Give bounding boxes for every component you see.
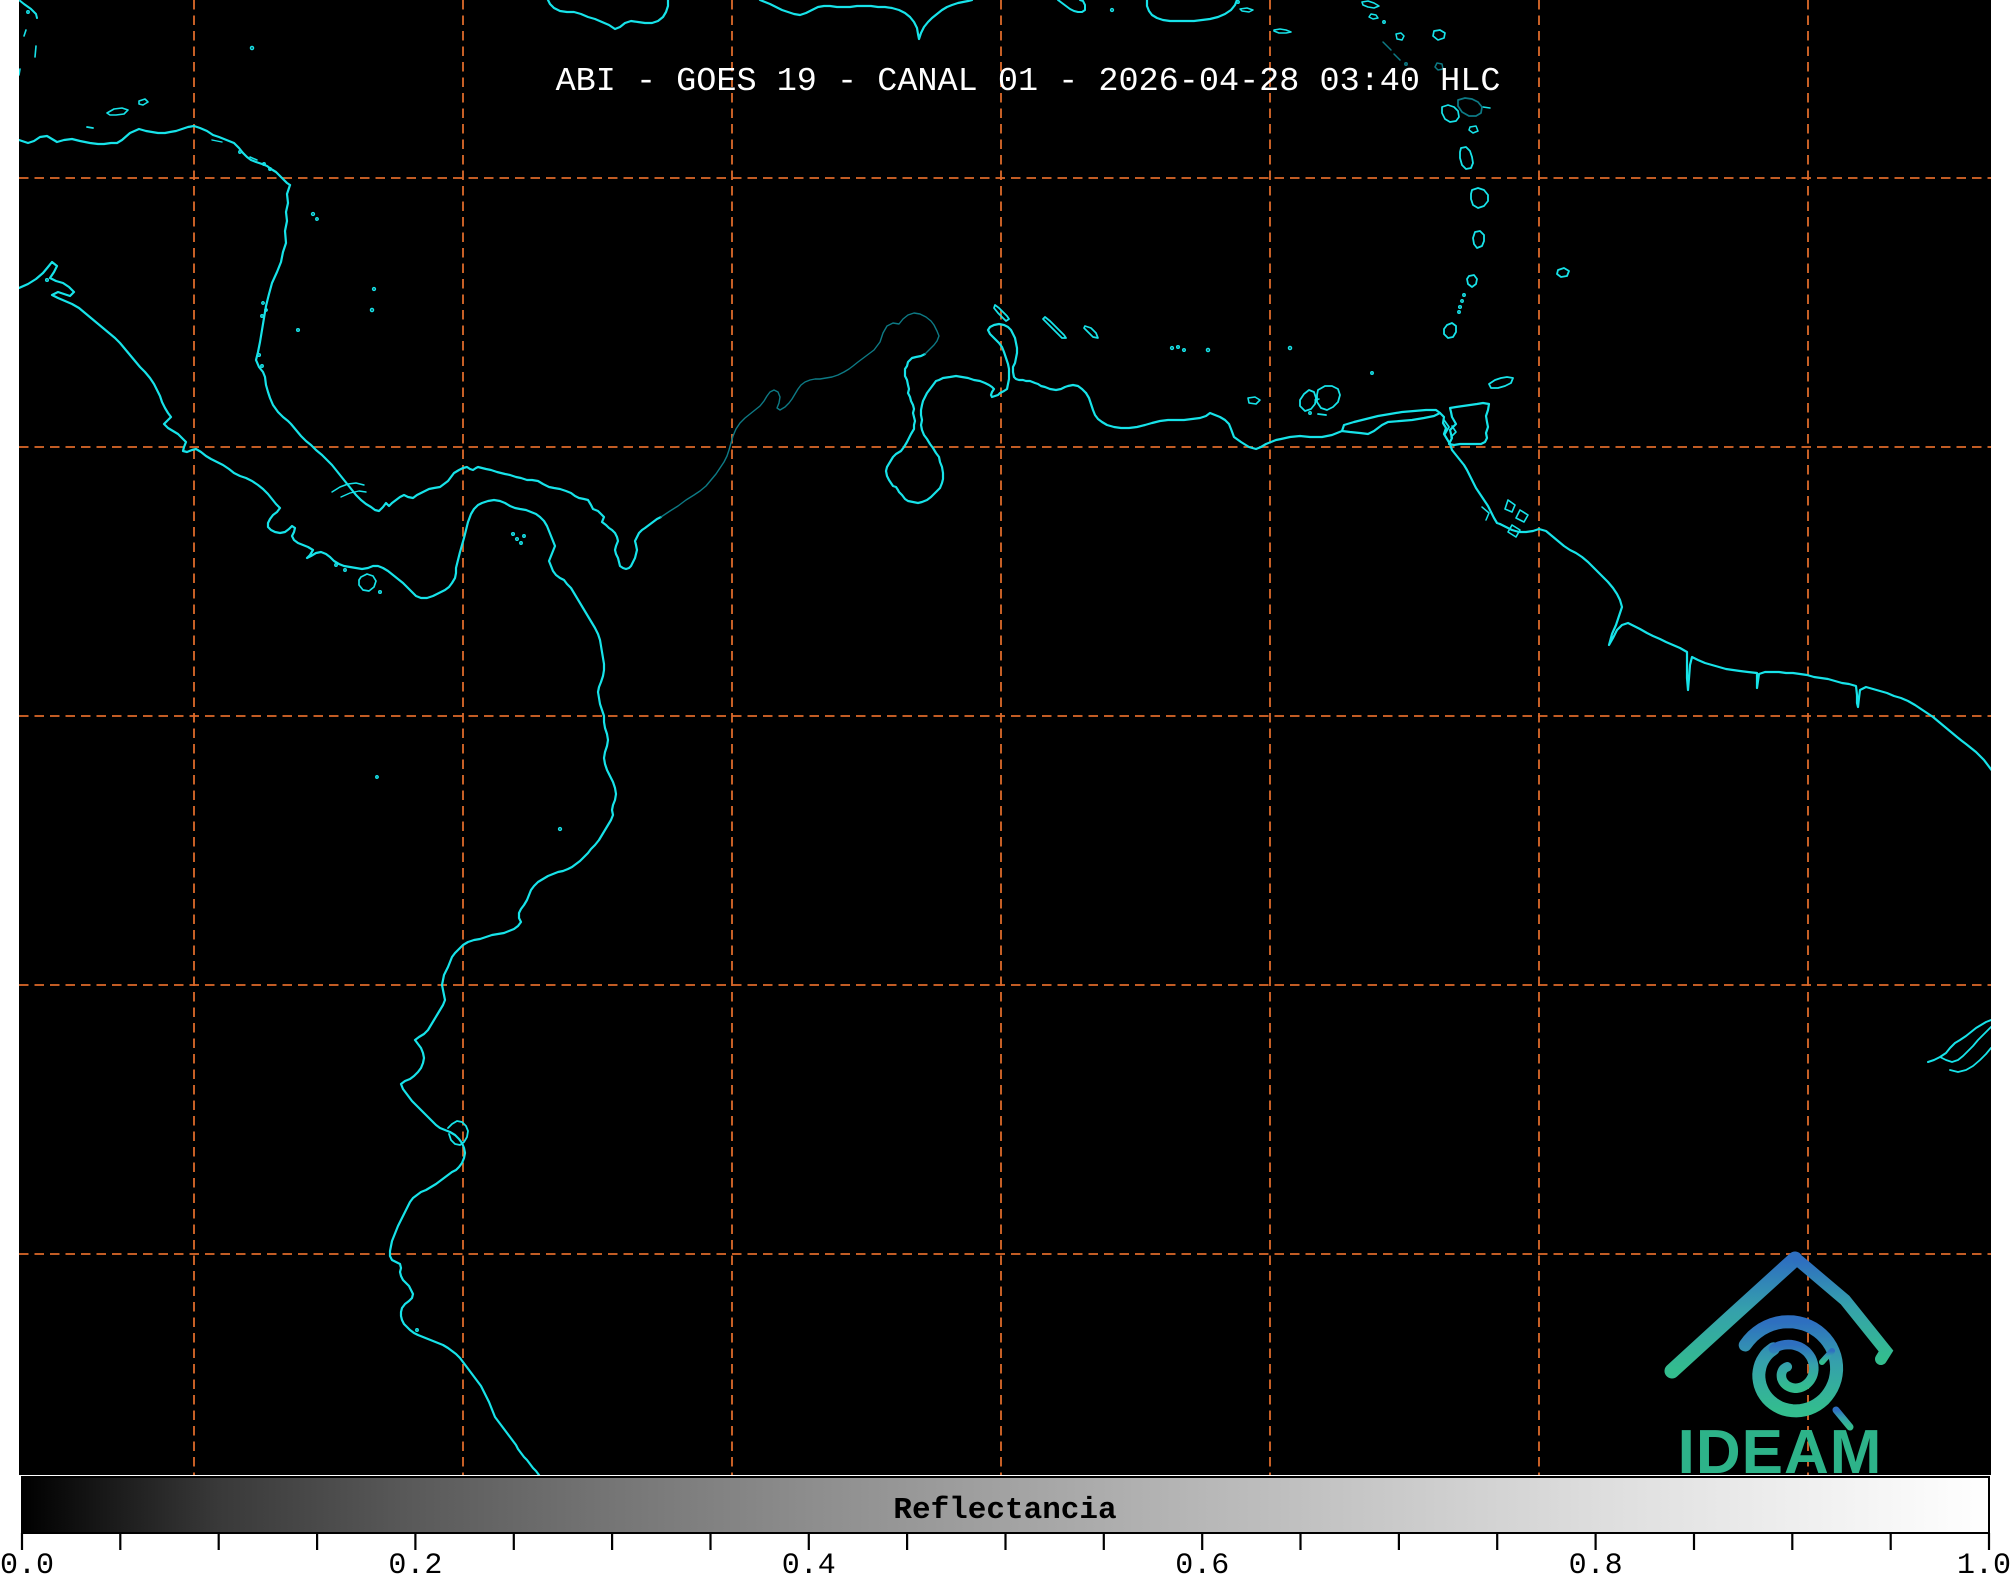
- svg-text:0.2: 0.2: [388, 1549, 442, 1577]
- svg-text:ABI - GOES 19 - CANAL 01 - 202: ABI - GOES 19 - CANAL 01 - 2026-04-28 03…: [556, 63, 1501, 101]
- svg-text:0.6: 0.6: [1175, 1549, 1229, 1577]
- svg-text:0.4: 0.4: [782, 1549, 836, 1577]
- svg-text:0.8: 0.8: [1569, 1549, 1623, 1577]
- svg-text:Reflectancia: Reflectancia: [893, 1493, 1116, 1528]
- svg-text:1.0: 1.0: [1957, 1549, 2011, 1577]
- svg-text:0.0: 0.0: [0, 1549, 54, 1577]
